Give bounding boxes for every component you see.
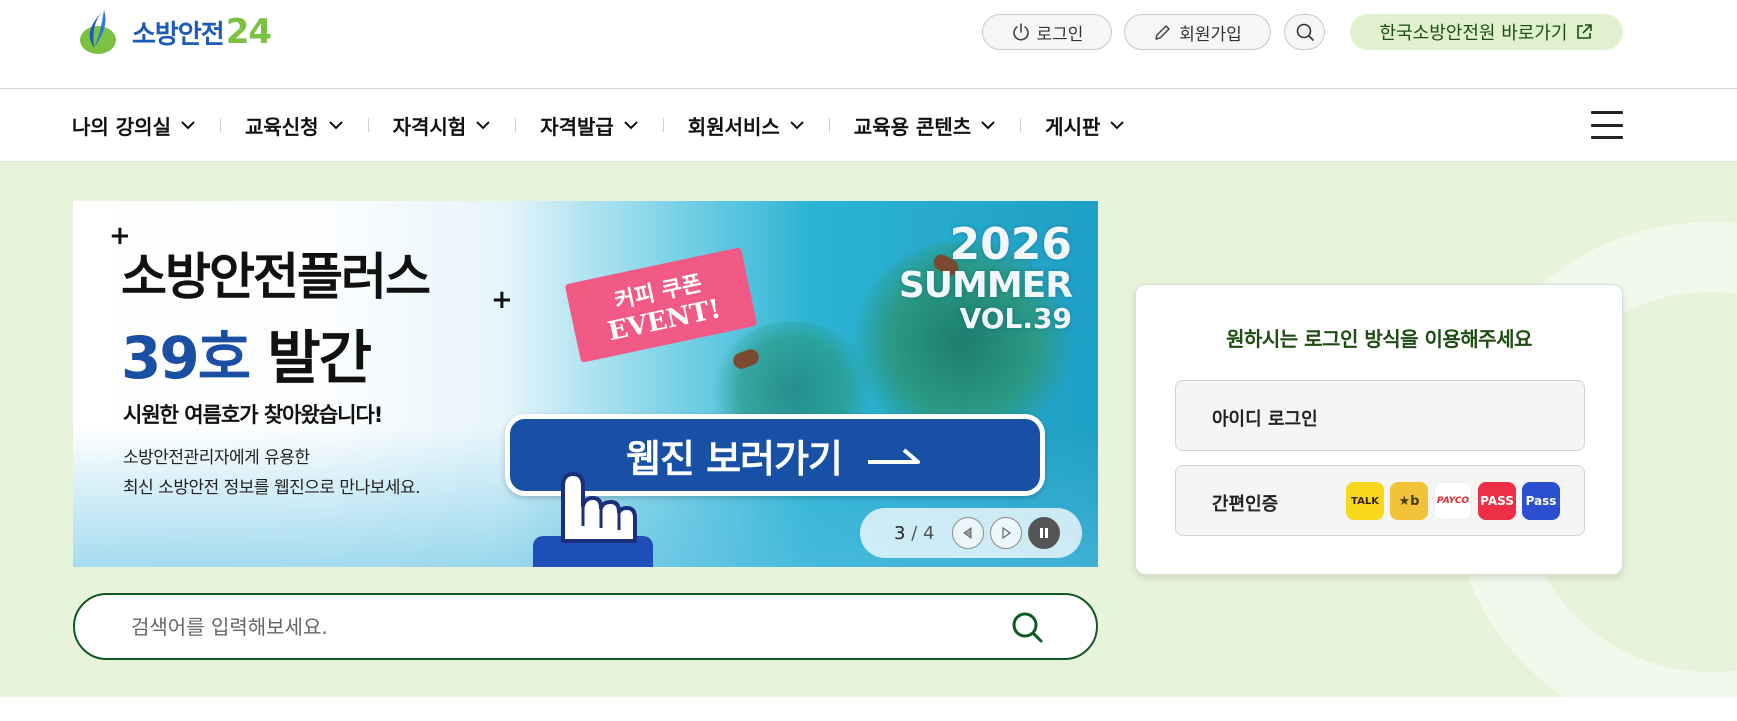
login-button[interactable]: 로그인 [982, 14, 1112, 50]
power-icon [1012, 23, 1029, 41]
pager-count: 3 / 4 [894, 523, 946, 544]
chevron-down-icon [1110, 121, 1125, 130]
site-logo[interactable]: 소방안전 24 [74, 8, 272, 56]
gnb-divider [367, 118, 369, 132]
gnb-item-member-service[interactable]: 회원서비스 [688, 89, 805, 161]
chevron-down-icon [981, 121, 995, 130]
gnb-label: 교육신청 [244, 114, 319, 139]
gnb-divider [219, 118, 221, 132]
gnb-label: 회원서비스 [687, 114, 780, 139]
chevron-down-icon [624, 121, 638, 130]
main-search-box [73, 593, 1098, 660]
banner-volume: VOL.39 [959, 301, 1072, 335]
gnb-item-education-apply[interactable]: 교육신청 [245, 89, 344, 161]
login-card: 원하시는 로그인 방식을 이용해주세요 아이디 로그인 간편인증 TALK ★b… [1135, 284, 1623, 575]
triangle-left-icon [963, 527, 972, 539]
easy-auth-button[interactable]: 간편인증 TALK ★b PAYCO PASS Pass [1175, 465, 1585, 536]
auth-provider-list: TALK ★b PAYCO PASS Pass [1340, 482, 1560, 520]
gnb-item-certificate-issue[interactable]: 자격발급 [540, 89, 639, 161]
main-navigation: 나의 강의실 교육신청 자격시험 자격발급 회원서비스 교육용 콘텐츠 게시판 [0, 89, 1737, 162]
gnb-label: 자격시험 [392, 114, 467, 139]
gnb-label: 자격발급 [540, 114, 614, 139]
pencil-icon [1155, 25, 1170, 40]
easy-auth-label: 간편인증 [1212, 494, 1279, 515]
logo-text: 소방안전 [132, 19, 225, 50]
kakao-talk-icon[interactable]: TALK [1346, 482, 1384, 520]
chevron-down-icon [476, 121, 490, 130]
banner-pause-button[interactable] [1028, 517, 1060, 549]
banner-subtitle: 시원한 여름호가 찾아왔습니다! [123, 403, 383, 427]
id-login-label: 아이디 로그인 [1212, 409, 1318, 430]
banner-desc-line: 소방안전관리자에게 유용한 [123, 448, 310, 468]
gnb-label: 나의 강의실 [72, 114, 171, 139]
banner-year: 2026 [949, 219, 1072, 270]
search-icon [1296, 23, 1314, 41]
banner-issue-number: 39호 [121, 324, 251, 392]
banner-next-button[interactable] [990, 517, 1022, 549]
hamburger-line [1591, 111, 1623, 114]
banner-season: SUMMER [898, 264, 1073, 306]
banner-prev-button[interactable] [952, 517, 984, 549]
pointing-hand-icon [533, 472, 653, 567]
logo-number: 24 [225, 12, 272, 52]
pause-icon [1040, 528, 1048, 538]
top-header: 소방안전 24 로그인 회원가입 한국소방안전원 바로가기 [0, 0, 1737, 89]
hamburger-line [1591, 136, 1623, 139]
chevron-down-icon [181, 121, 195, 130]
all-menu-hamburger-icon[interactable] [1591, 109, 1623, 141]
pager-separator: / [911, 522, 918, 544]
main-banner-slide[interactable]: + + 소방안전플러스 39호 발간 시원한 여름호가 찾아왔습니다! 소방안전… [73, 201, 1098, 567]
hamburger-line [1591, 123, 1623, 127]
header-search-button[interactable] [1284, 14, 1325, 50]
chevron-down-icon [790, 121, 804, 130]
banner-issue: 39호 발간 [121, 311, 372, 395]
gnb-label: 교육용 콘텐츠 [853, 114, 972, 139]
gnb-item-education-content[interactable]: 교육용 콘텐츠 [854, 89, 996, 161]
banner-description: 소방안전관리자에게 유용한 최신 소방안전 정보를 웹진으로 만나보세요. [123, 443, 421, 503]
main-search-input[interactable] [131, 613, 981, 641]
triangle-right-icon [1002, 526, 1012, 540]
pager-total: 4 [923, 522, 935, 544]
gnb-divider [828, 118, 830, 132]
search-icon[interactable] [1009, 609, 1045, 645]
plus-decoration: + [491, 285, 513, 315]
login-label: 로그인 [1036, 24, 1084, 45]
gnb-divider [662, 118, 664, 132]
kb-bank-icon[interactable]: ★b [1390, 482, 1428, 520]
logo-flame-icon [80, 10, 116, 54]
payco-icon[interactable]: PAYCO [1434, 482, 1472, 520]
gnb-divider [515, 118, 517, 132]
gnb-list: 나의 강의실 교육신청 자격시험 자격발급 회원서비스 교육용 콘텐츠 게시판 [72, 89, 1125, 161]
gnb-item-qualification-exam[interactable]: 자격시험 [393, 89, 492, 161]
kfsi-link-label: 한국소방안전원 바로가기 [1379, 23, 1568, 44]
banner-title: 소방안전플러스 [121, 248, 431, 306]
pass-blue-icon[interactable]: Pass [1522, 482, 1560, 520]
external-link-icon [1577, 24, 1593, 39]
banner-issue-suffix: 발간 [267, 324, 372, 392]
gnb-item-my-classroom[interactable]: 나의 강의실 [72, 89, 196, 161]
join-button[interactable]: 회원가입 [1124, 14, 1271, 50]
gnb-item-board[interactable]: 게시판 [1045, 89, 1125, 161]
join-label: 회원가입 [1179, 24, 1242, 45]
kfsi-shortcut-link[interactable]: 한국소방안전원 바로가기 [1350, 14, 1623, 50]
chevron-down-icon [328, 121, 343, 130]
pass-icon[interactable]: PASS [1478, 482, 1516, 520]
hero-section: + + 소방안전플러스 39호 발간 시원한 여름호가 찾아왔습니다! 소방안전… [0, 162, 1737, 697]
gnb-divider [1020, 118, 1022, 132]
id-login-button[interactable]: 아이디 로그인 [1175, 380, 1585, 451]
arrow-right-icon [868, 448, 920, 464]
login-card-title: 원하시는 로그인 방식을 이용해주세요 [1226, 327, 1532, 351]
gnb-label: 게시판 [1045, 114, 1101, 139]
banner-desc-line: 최신 소방안전 정보를 웹진으로 만나보세요. [123, 478, 421, 498]
banner-edition: 2026 SUMMER VOL.39 [898, 219, 1073, 335]
banner-pager: 3 / 4 [860, 508, 1082, 558]
pager-current: 3 [894, 522, 906, 544]
page-bottom-area [0, 697, 1737, 721]
